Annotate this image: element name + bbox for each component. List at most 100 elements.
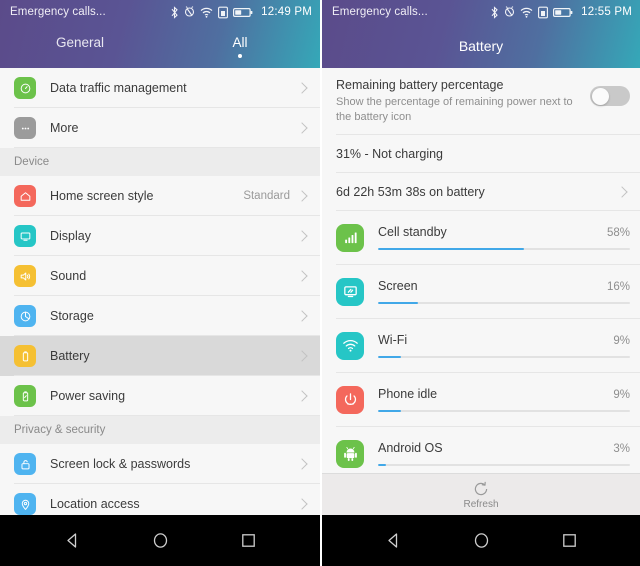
tab-all-label: All bbox=[232, 34, 248, 50]
battery-usage-percent: 58% bbox=[606, 226, 630, 239]
signal-bars-icon bbox=[336, 223, 364, 252]
left-header: Emergency calls... 12:49 PM General All bbox=[0, 0, 320, 68]
bluetooth-icon bbox=[491, 5, 498, 19]
remaining-battery-percentage-row[interactable]: Remaining battery percentage Show the pe… bbox=[322, 68, 640, 135]
speedometer-icon bbox=[14, 77, 36, 99]
home-button[interactable] bbox=[464, 524, 498, 558]
row-label: Location access bbox=[50, 497, 140, 511]
location-pin-icon bbox=[14, 493, 36, 515]
tab-general-label: General bbox=[55, 34, 105, 50]
monitor-icon bbox=[14, 225, 36, 247]
sidebar-item-data-traffic-management[interactable]: Data traffic management bbox=[0, 68, 320, 108]
sidebar-item-display[interactable]: Display bbox=[0, 216, 320, 256]
sidebar-item-power-saving[interactable]: Power saving bbox=[0, 376, 320, 416]
battery-usage-percent: 9% bbox=[613, 334, 630, 347]
row-label: Power saving bbox=[50, 389, 126, 403]
battery-usage-progress-fill bbox=[378, 409, 401, 413]
signal-bars-icon bbox=[344, 232, 357, 244]
pie-chart-icon bbox=[20, 311, 30, 321]
sidebar-item-battery[interactable]: Battery bbox=[0, 336, 320, 376]
battery-icon bbox=[14, 345, 36, 367]
sidebar-item-home-screen-style[interactable]: Home screen style Standard bbox=[0, 176, 320, 216]
row-label: Data traffic management bbox=[50, 81, 187, 95]
row-label: Battery bbox=[50, 349, 90, 363]
battery-usage-header: Wi-Fi 9% bbox=[378, 333, 630, 347]
back-button[interactable] bbox=[55, 524, 89, 558]
battery-usage-row[interactable]: Cell standby 58% bbox=[322, 210, 640, 265]
settings-list: Data traffic management More Device Home sc… bbox=[0, 68, 320, 524]
battery-usage-body: Cell standby 58% bbox=[378, 225, 630, 251]
chevron-right-icon bbox=[296, 350, 308, 362]
home-button[interactable] bbox=[143, 524, 177, 558]
vibrate-icon bbox=[185, 5, 195, 17]
chevron-right-icon bbox=[296, 122, 308, 134]
battery-uptime-text: 6d 22h 53m 38s on battery bbox=[336, 184, 485, 199]
ellipsis-icon bbox=[14, 117, 36, 139]
battery-usage-progress bbox=[378, 463, 630, 467]
battery-usage-name: Android OS bbox=[378, 440, 443, 455]
location-pin-icon bbox=[21, 499, 29, 510]
chevron-right-icon bbox=[296, 390, 308, 402]
left-clock: 12:49 PM bbox=[261, 6, 312, 18]
pie-chart-icon bbox=[14, 305, 36, 327]
right-navigation-bar bbox=[322, 515, 640, 566]
chevron-right-icon bbox=[296, 310, 308, 322]
row-label: Home screen style bbox=[50, 189, 154, 203]
emergency-calls-label: Emergency calls... bbox=[332, 6, 428, 18]
row-value: Standard bbox=[243, 190, 290, 202]
battery-usage-header: Android OS 3% bbox=[378, 441, 630, 455]
sidebar-item-more[interactable]: More bbox=[0, 108, 320, 148]
battery-status-text: 31% - Not charging bbox=[336, 146, 444, 161]
battery-usage-header: Phone idle 9% bbox=[378, 387, 630, 401]
battery-icon bbox=[233, 7, 253, 17]
tab-all[interactable]: All bbox=[160, 24, 320, 68]
speedometer-icon bbox=[20, 83, 30, 93]
battery-usage-body: Wi-Fi 9% bbox=[378, 333, 630, 359]
tab-general[interactable]: General bbox=[0, 24, 160, 68]
tab-all-indicator bbox=[238, 53, 242, 58]
monitor-icon bbox=[20, 231, 30, 241]
back-button[interactable] bbox=[376, 524, 410, 558]
battery-uptime-row[interactable]: 6d 22h 53m 38s on battery bbox=[322, 172, 640, 211]
section-privacy-security: Privacy & security bbox=[0, 416, 320, 444]
settings-tabs: General All bbox=[0, 24, 320, 68]
battery-status-row: 31% - Not charging bbox=[322, 134, 640, 173]
battery-usage-percent: 9% bbox=[613, 388, 630, 401]
remaining-battery-percentage-subtitle: Show the percentage of remaining power n… bbox=[336, 96, 573, 123]
battery-usage-row[interactable]: Screen 16% bbox=[322, 264, 640, 319]
section-device: Device bbox=[0, 148, 320, 176]
battery-usage-row[interactable]: Phone idle 9% bbox=[322, 372, 640, 427]
battery-icon bbox=[553, 7, 573, 17]
recents-button[interactable] bbox=[231, 524, 265, 558]
speaker-icon bbox=[14, 265, 36, 287]
home-icon bbox=[14, 185, 36, 207]
back-icon bbox=[66, 533, 76, 548]
emergency-calls-label: Emergency calls... bbox=[10, 6, 106, 18]
refresh-icon bbox=[474, 481, 488, 495]
sidebar-item-storage[interactable]: Storage bbox=[0, 296, 320, 336]
home-icon bbox=[474, 533, 488, 548]
battery-usage-row[interactable]: Wi-Fi 9% bbox=[322, 318, 640, 373]
battery-leaf-icon bbox=[14, 385, 36, 407]
battery-usage-percent: 16% bbox=[606, 280, 630, 293]
battery-icon bbox=[22, 350, 28, 361]
refresh-button[interactable]: Refresh bbox=[322, 473, 640, 515]
sidebar-item-sound[interactable]: Sound bbox=[0, 256, 320, 296]
chevron-right-icon bbox=[296, 458, 308, 470]
right-phone-screen: Emergency calls... 12:55 PM Battery Rema… bbox=[320, 0, 640, 566]
android-icon bbox=[343, 447, 357, 462]
sidebar-item-screen-lock-passwords[interactable]: Screen lock & passwords bbox=[0, 444, 320, 484]
battery-usage-body: Android OS 3% bbox=[378, 441, 630, 467]
home-icon bbox=[153, 533, 167, 548]
left-phone-screen: Emergency calls... 12:49 PM General All … bbox=[0, 0, 320, 566]
sim-icon bbox=[538, 6, 549, 18]
remaining-battery-percentage-toggle[interactable] bbox=[590, 86, 630, 106]
recents-button[interactable] bbox=[552, 524, 586, 558]
row-label: Sound bbox=[50, 269, 87, 283]
lock-icon bbox=[14, 453, 36, 475]
android-icon bbox=[336, 439, 364, 468]
battery-usage-name: Screen bbox=[378, 278, 418, 293]
battery-usage-progress bbox=[378, 409, 630, 413]
row-label: Storage bbox=[50, 309, 94, 323]
wifi-icon bbox=[342, 340, 358, 352]
